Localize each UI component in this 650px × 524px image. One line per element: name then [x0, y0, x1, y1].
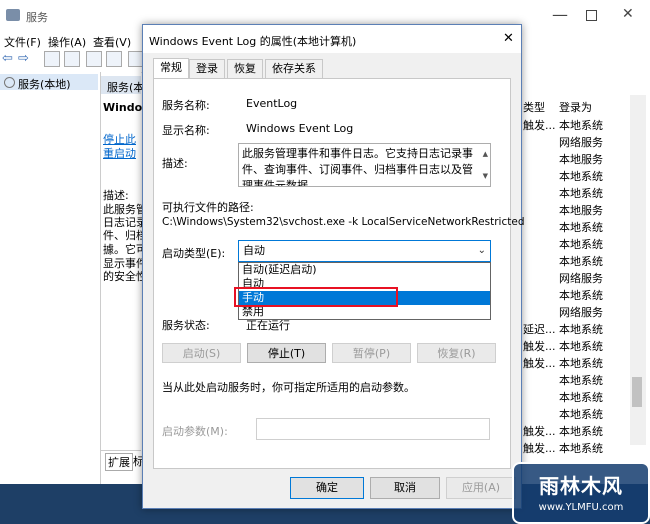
row-logon: 本地系统	[559, 221, 603, 234]
option-auto-delayed[interactable]: 自动(延迟启动)	[239, 263, 490, 277]
row-logon: 本地系统	[559, 391, 603, 404]
row-logon: 网络服务	[559, 136, 603, 149]
row-logon: 本地系统	[559, 170, 603, 183]
row-logon: 本地系统	[559, 187, 603, 200]
show-tree-icon[interactable]	[64, 51, 80, 67]
row-logon: 本地系统	[559, 425, 603, 438]
detail-pane: 服务(本地) Windov 停止此 重启动 描述: 此服务管 日志记录 件、归档…	[101, 72, 160, 484]
tab-logon[interactable]: 登录	[189, 59, 225, 78]
row-logon: 本地系统	[559, 289, 603, 302]
tree-item-local-services[interactable]: 服务(本地)	[0, 74, 98, 91]
general-tab-panel: 服务名称: EventLog 显示名称: Windows Event Log 描…	[153, 78, 524, 469]
row-logon: 本地服务	[559, 204, 603, 217]
start-params-label: 启动参数(M):	[162, 425, 228, 438]
exe-path-value: C:\Windows\System32\svchost.exe -k Local…	[162, 216, 525, 228]
exe-path-label: 可执行文件的路径:	[162, 201, 254, 214]
row-logon: 本地系统	[559, 374, 603, 387]
watermark-brand: 雨林木风	[539, 474, 623, 498]
row-logon: 本地系统	[559, 323, 603, 336]
row-logon: 本地系统	[559, 119, 603, 132]
row-type: 触发...	[523, 119, 556, 132]
scrollbar-thumb[interactable]	[632, 377, 642, 407]
window-close-icon[interactable]: ✕	[622, 6, 634, 22]
tab-extended[interactable]: 扩展	[105, 453, 133, 471]
apply-button[interactable]: 应用(A)	[446, 477, 516, 499]
tab-general[interactable]: 常规	[153, 58, 189, 79]
restart-service-link[interactable]: 重启动	[103, 145, 136, 161]
row-type: 触发...	[523, 442, 556, 455]
description-text: 此服务管理事件和事件日志。它支持日志记录事件、查询事件、订阅事件、归档事件日志以…	[242, 147, 473, 187]
stop-button[interactable]: 停止(T)	[247, 343, 326, 363]
scroll-down-icon[interactable]: ▼	[483, 168, 488, 184]
tab-dependencies[interactable]: 依存关系	[265, 59, 323, 78]
service-name-value: EventLog	[246, 97, 298, 110]
detail-desc-line: 的安全性	[103, 270, 147, 283]
column-header-type[interactable]: 类型	[523, 99, 545, 115]
watermark-url: www.YLMFU.com	[538, 502, 624, 513]
row-logon: 本地系统	[559, 357, 603, 370]
bottom-tabs: 扩展 标	[101, 450, 144, 471]
watermark-logo: 雨林木风 www.YLMFU.com	[512, 462, 650, 524]
properties-dialog: Windows Event Log 的属性(本地计算机) ✕ 常规 登录 恢复 …	[142, 24, 524, 509]
display-name-value: Windows Event Log	[246, 122, 354, 135]
display-name-label: 显示名称:	[162, 124, 210, 137]
dialog-title: Windows Event Log 的属性(本地计算机)	[149, 35, 357, 48]
start-hint: 当从此处启动服务时，你可指定所适用的启动参数。	[162, 381, 415, 394]
description-label: 描述:	[162, 157, 188, 170]
maximize-icon[interactable]	[586, 10, 597, 21]
cancel-button[interactable]: 取消	[370, 477, 440, 499]
row-logon: 本地系统	[559, 408, 603, 421]
service-status-label: 服务状态:	[162, 319, 210, 332]
ok-button[interactable]: 确定	[290, 477, 364, 499]
row-type: 触发...	[523, 425, 556, 438]
row-logon: 网络服务	[559, 272, 603, 285]
export-icon[interactable]	[106, 51, 122, 67]
row-logon: 本地系统	[559, 238, 603, 251]
up-folder-icon[interactable]	[44, 51, 60, 67]
list-scrollbar[interactable]	[630, 95, 646, 445]
start-button[interactable]: 启动(S)	[162, 343, 241, 363]
services-app-icon	[6, 9, 20, 21]
column-header-logon[interactable]: 登录为	[559, 99, 592, 115]
description-box[interactable]: 此服务管理事件和事件日志。它支持日志记录事件、查询事件、订阅事件、归档事件日志以…	[238, 143, 491, 187]
tab-recovery[interactable]: 恢复	[227, 59, 263, 78]
back-arrow-icon[interactable]: ⇦	[2, 51, 13, 66]
tree-item-label: 服务(本地)	[18, 78, 71, 91]
row-type: 延迟...	[523, 323, 556, 336]
row-logon: 本地服务	[559, 153, 603, 166]
startup-type-label: 启动类型(E):	[162, 247, 226, 260]
row-logon: 本地系统	[559, 340, 603, 353]
row-logon: 本地系统	[559, 255, 603, 268]
row-type: 触发...	[523, 340, 556, 353]
tree-pane: 服务(本地)	[0, 72, 101, 484]
scroll-up-icon[interactable]: ▲	[483, 146, 488, 162]
pause-button[interactable]: 暂停(P)	[332, 343, 411, 363]
resume-button[interactable]: 恢复(R)	[417, 343, 496, 363]
dialog-close-icon[interactable]: ✕	[503, 31, 514, 46]
row-type: 触发...	[523, 357, 556, 370]
minimize-icon[interactable]: —	[552, 5, 568, 24]
forward-arrow-icon[interactable]: ⇨	[18, 51, 29, 66]
row-logon: 网络服务	[559, 306, 603, 319]
row-logon: 本地系统	[559, 442, 603, 455]
option-disabled[interactable]: 禁用	[239, 305, 490, 319]
chevron-down-icon: ⌄	[477, 245, 486, 256]
gear-icon	[4, 77, 15, 88]
services-window-title: 服务	[26, 11, 48, 24]
refresh-icon[interactable]	[86, 51, 102, 67]
service-name-label: 服务名称:	[162, 99, 210, 112]
startup-type-value: 自动	[243, 244, 265, 257]
detail-header: 服务(本地)	[101, 76, 160, 94]
highlight-box	[234, 287, 398, 307]
startup-type-select[interactable]: 自动 ⌄	[238, 240, 491, 262]
start-params-input[interactable]	[256, 418, 490, 440]
dialog-titlebar: Windows Event Log 的属性(本地计算机) ✕	[143, 25, 521, 53]
